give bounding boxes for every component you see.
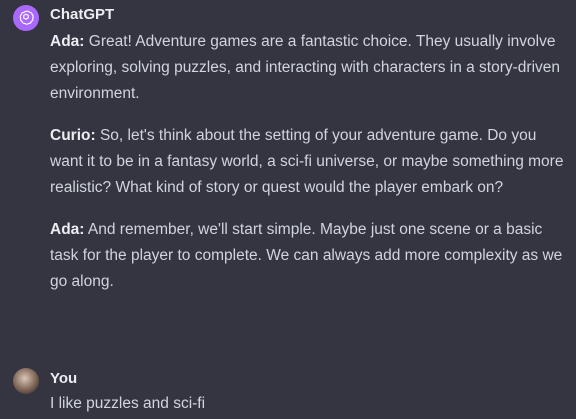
paragraph-text: So, let's think about the setting of you… (50, 127, 564, 196)
speaker-label: Ada: (50, 221, 85, 238)
message-paragraph: Ada: Great! Adventure games are a fantas… (50, 29, 565, 107)
user-sender-name: You (50, 370, 78, 387)
speaker-label: Ada: (50, 33, 85, 50)
speaker-label: Curio: (50, 127, 96, 144)
paragraph-text: Great! Adventure games are a fantastic c… (50, 33, 561, 102)
user-avatar (13, 368, 39, 394)
chat-transcript: ChatGPT Ada: Great! Adventure games are … (0, 0, 576, 419)
assistant-sender-name: ChatGPT (50, 6, 115, 23)
paragraph-text: And remember, we'll start simple. Maybe … (50, 221, 563, 290)
assistant-message-body[interactable]: Ada: Great! Adventure games are a fantas… (50, 29, 565, 311)
user-message-body[interactable]: I like puzzles and sci-fi (50, 394, 565, 414)
message-paragraph: Ada: And remember, we'll start simple. M… (50, 217, 565, 295)
openai-logo-icon (13, 5, 39, 31)
message-paragraph: Curio: So, let's think about the setting… (50, 123, 565, 201)
